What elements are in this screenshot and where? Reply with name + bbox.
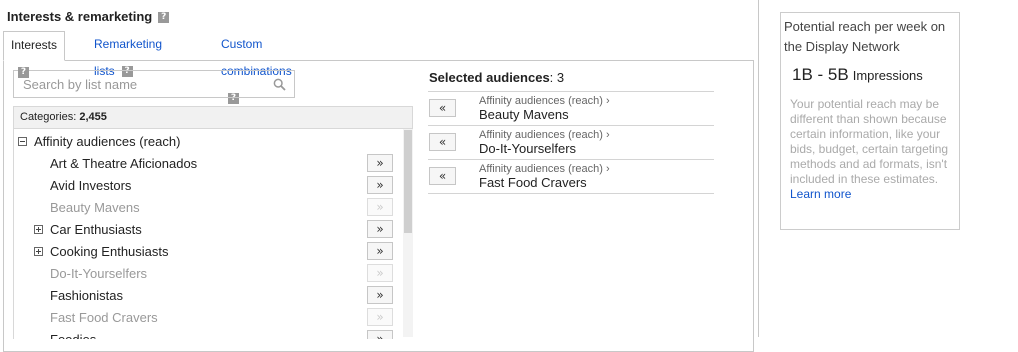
selected-audience-name: Fast Food Cravers [479, 175, 587, 190]
add-audience-button[interactable]: » [367, 286, 393, 304]
reach-title: Potential reach per week on the Display … [784, 19, 946, 54]
selected-audiences-list: «Affinity audiences (reach) › Beauty Mave… [428, 91, 714, 194]
categories-label: Categories: [20, 111, 77, 123]
reach-unit: Impressions [852, 68, 923, 83]
selected-audience-row: « Affinity audiences (reach) › Fast Food C… [428, 159, 714, 194]
selected-audience-parent: Affinity audiences (reach) › [479, 95, 610, 107]
tree-item-label: Fast Food Cravers [50, 310, 158, 325]
selected-audience-name: Do-It-Yourselfers [479, 141, 577, 156]
selected-audiences-count: 3 [556, 70, 565, 85]
selected-audience-row: « Affinity audiences (reach) › Beauty Mave… [428, 91, 714, 125]
tree-item-label: Car Enthusiasts [50, 222, 142, 237]
help-icon[interactable]: ? [18, 67, 29, 79]
collapse-icon[interactable] [18, 137, 27, 146]
tree-item-row[interactable]: Cooking Enthusiasts » [14, 241, 404, 263]
expand-icon[interactable] [34, 225, 43, 234]
interests-remarketing-panel: Interests & remarketing? Interests? Rema… [0, 0, 759, 352]
learn-more-link[interactable]: Learn more [790, 187, 851, 201]
selected-audience-row: « Affinity audiences (reach) › Do-It-Yours… [428, 125, 714, 159]
add-audience-button[interactable]: » [367, 176, 393, 194]
tree-item-label: Avid Investors [50, 178, 132, 193]
tree-item-row[interactable]: Fashionistas » [14, 285, 404, 307]
tree-item-row[interactable]: Avid Investors » [14, 175, 404, 197]
selected-audiences-header: Selected audiences: 3 [429, 70, 565, 85]
tab-interests[interactable]: Interests? [3, 31, 66, 79]
tree-item-label: Do-It-Yourselfers [50, 266, 148, 281]
category-list-scrollbar[interactable] [403, 129, 413, 337]
panel-title: Interests & remarketing? [7, 9, 170, 24]
reach-value: 1B - 5B [792, 65, 849, 84]
scrollbar-thumb[interactable] [404, 130, 412, 233]
tree-item-row[interactable]: Art & Theatre Aficionados » [14, 153, 404, 175]
tree-item-label: Cooking Enthusiasts [50, 244, 169, 259]
selected-audience-parent: Affinity audiences (reach) › [479, 129, 610, 141]
add-audience-button[interactable]: » [367, 220, 393, 238]
help-icon[interactable]: ? [158, 12, 170, 24]
tree-item-label: Foodies [50, 332, 96, 339]
category-tree: Affinity audiences (reach) Art & Theatre… [13, 129, 413, 339]
add-audience-button: » [367, 308, 393, 326]
tree-item-label: Beauty Mavens [50, 200, 140, 215]
add-audience-button: » [367, 264, 393, 282]
tab-custom-combinations[interactable]: Custom combinations? [214, 31, 299, 105]
tree-root-row[interactable]: Affinity audiences (reach) [14, 131, 404, 153]
add-audience-button: » [367, 198, 393, 216]
tree-item-label: Art & Theatre Aficionados [50, 156, 198, 171]
tree-item-row[interactable]: Beauty Mavens » [14, 197, 404, 219]
tree-item-row[interactable]: Foodies » [14, 329, 404, 339]
tab-interests-label: Interests [11, 38, 58, 52]
tree-item-row[interactable]: Car Enthusiasts » [14, 219, 404, 241]
reach-value-line: 1B - 5B Impressions [792, 65, 923, 85]
tree-item-label: Fashionistas [50, 288, 123, 303]
remove-audience-button[interactable]: « [429, 167, 456, 185]
add-audience-button[interactable]: » [367, 330, 393, 339]
selected-audiences-label: Selected audiences [429, 70, 550, 85]
selected-audience-parent: Affinity audiences (reach) › [479, 163, 610, 175]
categories-count: 2,455 [79, 111, 107, 123]
reach-note: Your potential reach may be different th… [790, 97, 950, 202]
tree-item-row[interactable]: Do-It-Yourselfers » [14, 263, 404, 285]
search-input[interactable] [14, 71, 282, 97]
potential-reach-box: Potential reach per week on the Display … [780, 12, 960, 230]
categories-count-bar: Categories: 2,455 [13, 106, 413, 129]
search-icon[interactable] [273, 78, 286, 91]
add-audience-button[interactable]: » [367, 154, 393, 172]
search-box [13, 70, 295, 98]
selected-audience-name: Beauty Mavens [479, 107, 569, 122]
add-audience-button[interactable]: » [367, 242, 393, 260]
remove-audience-button[interactable]: « [429, 133, 456, 151]
panel-title-text: Interests & remarketing [7, 9, 153, 24]
tree-root-label: Affinity audiences (reach) [34, 134, 181, 149]
tab-remarketing-lists[interactable]: Remarketing lists? [87, 31, 169, 78]
tree-item-row[interactable]: Fast Food Cravers » [14, 307, 404, 329]
remove-audience-button[interactable]: « [429, 99, 456, 117]
reach-note-text: Your potential reach may be different th… [790, 97, 949, 186]
expand-icon[interactable] [34, 247, 43, 256]
